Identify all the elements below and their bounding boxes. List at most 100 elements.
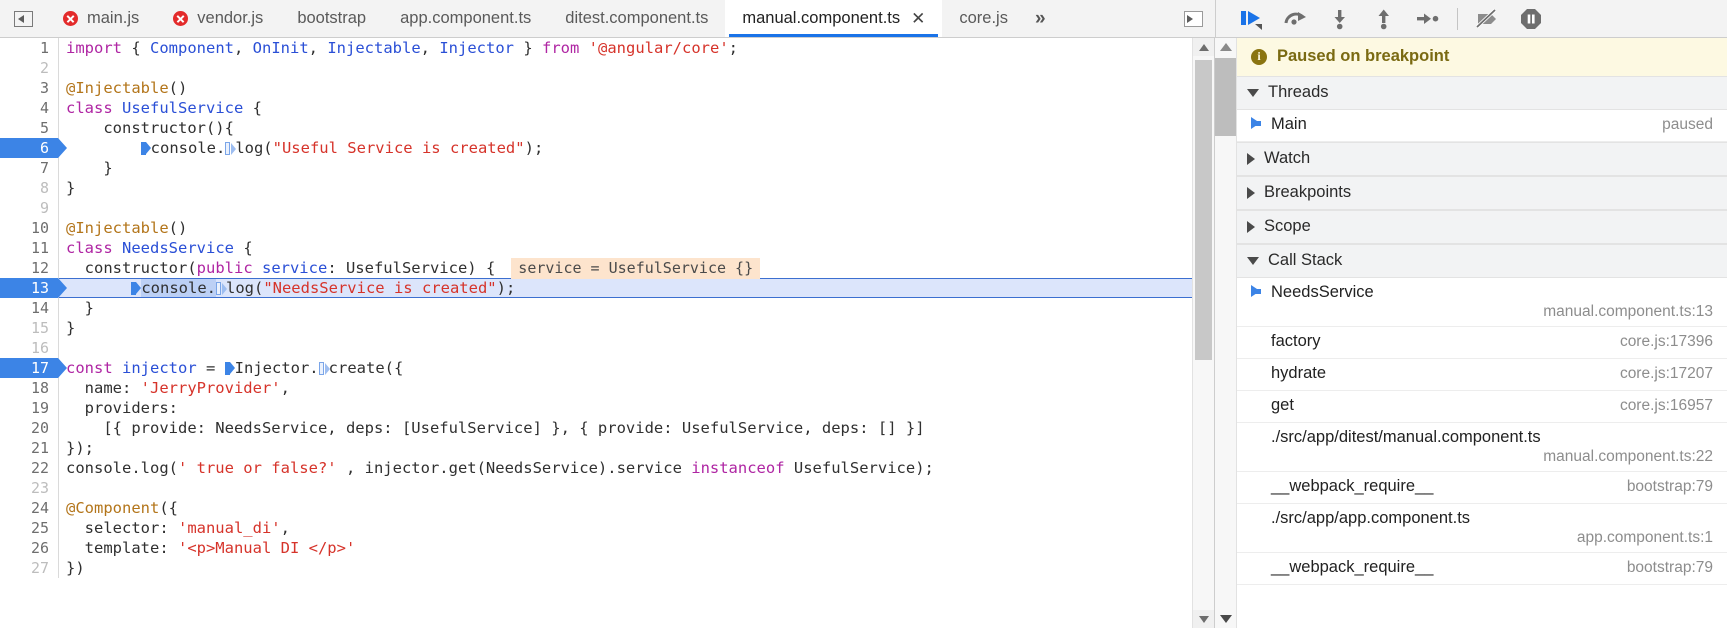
sidebar-scroll-down-button[interactable] [1215,610,1236,628]
line-number-18[interactable]: 18 [0,378,58,398]
code-token: '<p>Manual DI </p>' [177,539,356,557]
editor-tab-core-js[interactable]: core.js [942,0,1025,37]
sidebar-scrollbar-thumb[interactable] [1215,58,1236,136]
inline-breakpoint-inactive-icon[interactable] [215,282,227,295]
code-text[interactable]: console. log("NeedsService is created"); [58,278,1192,298]
editor-tab-vendor-js[interactable]: vendor.js [156,0,280,37]
call-stack-frame[interactable]: ./src/app/ditest/manual.component.ts manu… [1237,423,1727,472]
code-text[interactable]: }) [58,558,1192,578]
code-text[interactable]: import { Component, OnInit, Injectable, … [58,38,1192,58]
line-number-3[interactable]: 3 [0,78,58,98]
line-number-19[interactable]: 19 [0,398,58,418]
code-text[interactable]: selector: 'manual_di', [58,518,1192,538]
step-into-next-function-call-button[interactable] [1318,1,1362,37]
line-number-4[interactable]: 4 [0,98,58,118]
line-number-16[interactable]: 16 [0,338,58,358]
breakpoint-marker-line-13[interactable]: 13 [0,278,67,298]
code-text[interactable]: } [58,178,1192,198]
editor-tab-ditest-component-ts[interactable]: ditest.component.ts [548,0,725,37]
breakpoint-marker-line-17[interactable]: 17 [0,358,67,378]
step-out-of-current-function-button[interactable] [1362,1,1406,37]
code-text[interactable]: }); [58,438,1192,458]
step-button[interactable] [1406,1,1450,37]
editor-tab-manual-component-ts[interactable]: manual.component.ts ✕ [725,0,943,37]
code-text[interactable]: constructor(public service: UsefulServic… [58,258,1192,279]
scroll-down-button[interactable] [1193,610,1214,628]
line-number-22[interactable]: 22 [0,458,58,478]
code-text[interactable]: } [58,318,1192,338]
line-number-7[interactable]: 7 [0,158,58,178]
section-header-breakpoints[interactable]: Breakpoints [1237,176,1727,210]
code-token: } [514,39,542,57]
show-debugger-sidebar-button[interactable] [1171,0,1215,37]
scroll-up-button[interactable] [1193,38,1214,56]
line-number-25[interactable]: 25 [0,518,58,538]
line-number-23[interactable]: 23 [0,478,58,498]
step-over-next-function-call-button[interactable] [1274,1,1318,37]
call-stack-frame[interactable]: ./src/app/app.component.ts app.component.… [1237,504,1727,553]
line-number-11[interactable]: 11 [0,238,58,258]
editor-tab-bootstrap[interactable]: bootstrap [280,0,383,37]
line-number-12[interactable]: 12 [0,258,58,278]
call-stack-frame[interactable]: factory core.js:17396 [1237,327,1727,359]
show-navigator-panel-button[interactable] [0,0,46,37]
scrollbar-thumb[interactable] [1195,60,1212,360]
code-text[interactable]: providers: [58,398,1192,418]
line-number-2[interactable]: 2 [0,58,58,78]
line-number-8[interactable]: 8 [0,178,58,198]
inline-breakpoint-inactive-icon[interactable] [225,142,237,155]
code-text[interactable]: @Component({ [58,498,1192,518]
resume-script-execution-button[interactable] [1230,1,1274,37]
thread-row-main[interactable]: Main paused [1237,110,1727,142]
pause-on-exceptions-button[interactable] [1509,1,1553,37]
line-number-21[interactable]: 21 [0,438,58,458]
inline-breakpoint-icon[interactable] [224,362,235,375]
code-text[interactable]: @Injectable() [58,218,1192,238]
section-header-watch[interactable]: Watch [1237,142,1727,176]
section-header-call-stack[interactable]: Call Stack [1237,244,1727,278]
call-stack-frame[interactable]: hydrate core.js:17207 [1237,359,1727,391]
code-text[interactable]: template: '<p>Manual DI </p>' [58,538,1192,558]
code-text[interactable]: name: 'JerryProvider', [58,378,1192,398]
close-tab-icon[interactable]: ✕ [911,10,925,27]
breakpoint-marker-line-6[interactable]: 6 [0,138,67,158]
call-stack-frame[interactable]: get core.js:16957 [1237,391,1727,423]
code-text[interactable]: console.log(' true or false?' , injector… [58,458,1192,478]
inline-breakpoint-icon[interactable] [131,282,142,295]
chevron-right-icon [1247,186,1255,199]
line-number-1[interactable]: 1 [0,38,58,58]
sidebar-vertical-scrollbar[interactable] [1215,38,1237,628]
line-number-14[interactable]: 14 [0,298,58,318]
call-stack-frame[interactable]: NeedsService manual.component.ts:13 [1237,278,1727,327]
inline-breakpoint-inactive-icon[interactable] [318,362,330,375]
deactivate-breakpoints-button[interactable] [1465,1,1509,37]
editor-tab-app-component-ts[interactable]: app.component.ts [383,0,548,37]
inline-breakpoint-icon[interactable] [140,142,151,155]
line-number-27[interactable]: 27 [0,558,58,578]
code-viewport[interactable]: 1 import { Component, OnInit, Injectable,… [0,38,1192,628]
code-text[interactable]: constructor(){ [58,118,1192,138]
code-text[interactable]: class UsefulService { [58,98,1192,118]
code-text[interactable]: } [58,298,1192,318]
call-stack-frame[interactable]: __webpack_require__ bootstrap:79 [1237,472,1727,504]
line-number-15[interactable]: 15 [0,318,58,338]
section-header-threads[interactable]: Threads [1237,76,1727,110]
code-text[interactable]: @Injectable() [58,78,1192,98]
line-number-26[interactable]: 26 [0,538,58,558]
more-tabs-button[interactable]: » [1025,0,1060,37]
line-number-20[interactable]: 20 [0,418,58,438]
editor-tab-main-js[interactable]: main.js [46,0,156,37]
code-text[interactable]: const injector = Injector. create({ [58,358,1192,378]
code-text[interactable]: class NeedsService { [58,238,1192,258]
code-text[interactable]: console. log("Useful Service is created")… [58,138,1192,158]
line-number-10[interactable]: 10 [0,218,58,238]
sidebar-scroll-up-button[interactable] [1215,38,1236,56]
code-text[interactable]: } [58,158,1192,178]
call-stack-frame[interactable]: __webpack_require__ bootstrap:79 [1237,553,1727,585]
editor-vertical-scrollbar[interactable] [1192,38,1214,628]
line-number-9[interactable]: 9 [0,198,58,218]
line-number-24[interactable]: 24 [0,498,58,518]
code-text[interactable]: [{ provide: NeedsService, deps: [UsefulS… [58,418,1192,438]
line-number-5[interactable]: 5 [0,118,58,138]
section-header-scope[interactable]: Scope [1237,210,1727,244]
